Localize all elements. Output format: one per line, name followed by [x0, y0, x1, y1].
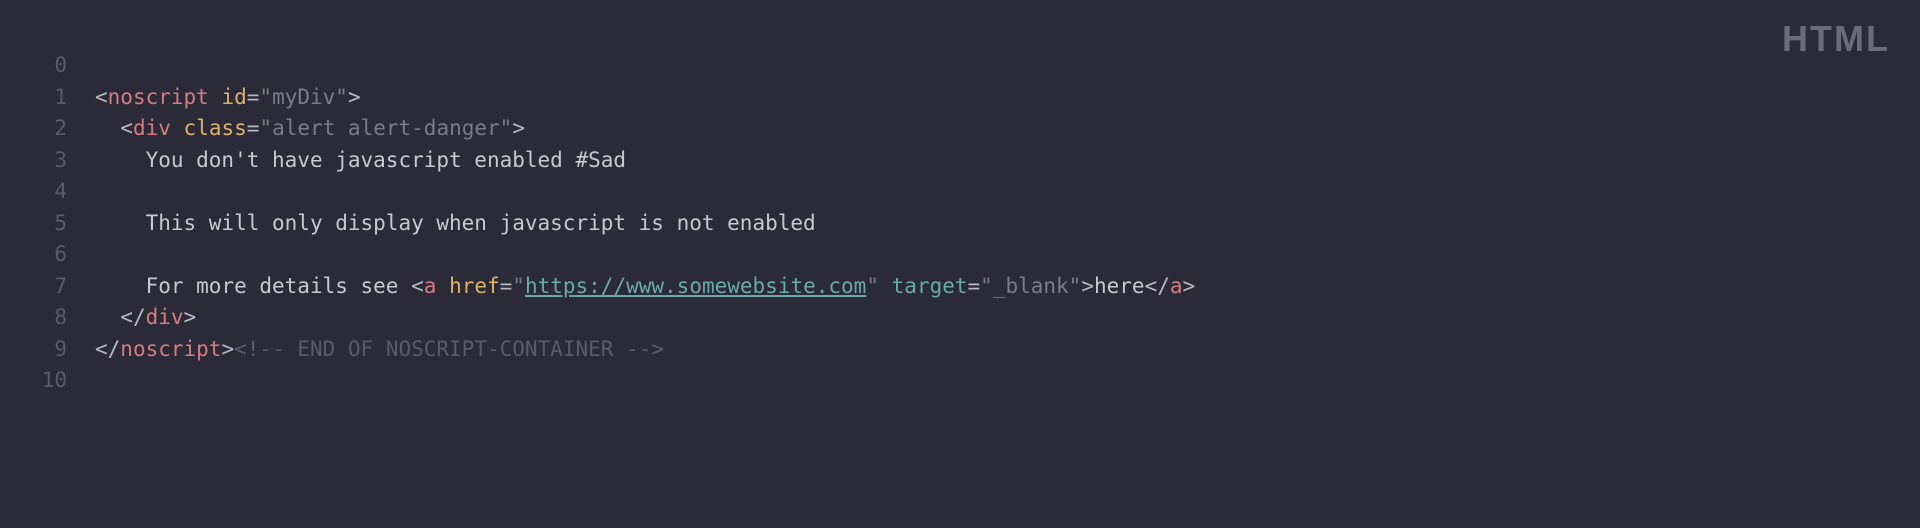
indent — [95, 305, 120, 329]
punct-open: </ — [95, 337, 120, 361]
tag-name: a — [1170, 274, 1183, 298]
attr-value: alert alert-danger — [272, 116, 500, 140]
attr-value: myDiv — [272, 85, 335, 109]
code-line: 4 — [0, 176, 1920, 208]
quote: " — [1069, 274, 1082, 298]
line-number: 9 — [0, 334, 95, 366]
space — [436, 274, 449, 298]
code-content[interactable]: </noscript><!-- END OF NOSCRIPT-CONTAINE… — [95, 334, 1920, 366]
attr-name: href — [449, 274, 500, 298]
indent — [95, 211, 146, 235]
space — [171, 116, 184, 140]
indent — [95, 274, 146, 298]
code-line: 6 — [0, 239, 1920, 271]
link-text: here — [1094, 274, 1145, 298]
indent — [95, 148, 146, 172]
code-content[interactable]: For more details see <a href="https://ww… — [95, 271, 1920, 303]
punct-close: > — [512, 116, 525, 140]
line-number: 1 — [0, 82, 95, 114]
code-content[interactable]: <div class="alert alert-danger"> — [95, 113, 1920, 145]
attr-name: id — [221, 85, 246, 109]
punct-open: </ — [120, 305, 145, 329]
quote: " — [335, 85, 348, 109]
tag-name: noscript — [108, 85, 209, 109]
line-number: 2 — [0, 113, 95, 145]
code-content[interactable]: You don't have javascript enabled #Sad — [95, 145, 1920, 177]
quote: " — [866, 274, 879, 298]
text: For more details see — [146, 274, 412, 298]
punct-open: < — [411, 274, 424, 298]
tag-name: div — [146, 305, 184, 329]
line-number: 6 — [0, 239, 95, 271]
attr-name: target — [892, 274, 968, 298]
code-line: 10 — [0, 365, 1920, 397]
punct-close: > — [348, 85, 361, 109]
text: This will only display when javascript i… — [146, 211, 816, 235]
code-content[interactable]: <noscript id="myDiv"> — [95, 82, 1920, 114]
code-line: 7 For more details see <a href="https://… — [0, 271, 1920, 303]
line-number: 10 — [0, 365, 95, 397]
equals: = — [247, 116, 260, 140]
punct-open: < — [120, 116, 133, 140]
line-number: 5 — [0, 208, 95, 240]
code-line: 2 <div class="alert alert-danger"> — [0, 113, 1920, 145]
code-content[interactable]: This will only display when javascript i… — [95, 208, 1920, 240]
tag-name: a — [424, 274, 437, 298]
tag-name: div — [133, 116, 171, 140]
quote: " — [259, 116, 272, 140]
punct-close: > — [221, 337, 234, 361]
text: You don't have javascript enabled #Sad — [146, 148, 626, 172]
code-content[interactable]: </div> — [95, 302, 1920, 334]
line-number: 0 — [0, 50, 95, 82]
equals: = — [247, 85, 260, 109]
language-badge: HTML — [1782, 12, 1890, 66]
code-line: 8 </div> — [0, 302, 1920, 334]
code-line: 3 You don't have javascript enabled #Sad — [0, 145, 1920, 177]
punct-close: > — [184, 305, 197, 329]
indent — [95, 116, 120, 140]
punct-open: </ — [1145, 274, 1170, 298]
punct-close: > — [1081, 274, 1094, 298]
space — [209, 85, 222, 109]
code-line: 5 This will only display when javascript… — [0, 208, 1920, 240]
quote: " — [259, 85, 272, 109]
punct-close: > — [1183, 274, 1196, 298]
line-number: 7 — [0, 271, 95, 303]
code-line: 1 <noscript id="myDiv"> — [0, 82, 1920, 114]
code-editor: 0 1 <noscript id="myDiv"> 2 <div class="… — [0, 0, 1920, 397]
attr-name: class — [184, 116, 247, 140]
punct-open: < — [95, 85, 108, 109]
line-number: 3 — [0, 145, 95, 177]
code-line: 9 </noscript><!-- END OF NOSCRIPT-CONTAI… — [0, 334, 1920, 366]
quote: " — [980, 274, 993, 298]
space — [879, 274, 892, 298]
code-line: 0 — [0, 50, 1920, 82]
line-number: 4 — [0, 176, 95, 208]
equals: = — [500, 274, 513, 298]
quote: " — [500, 116, 513, 140]
equals: = — [968, 274, 981, 298]
attr-value: _blank — [993, 274, 1069, 298]
quote: " — [512, 274, 525, 298]
tag-name: noscript — [120, 337, 221, 361]
comment: <!-- END OF NOSCRIPT-CONTAINER --> — [234, 337, 664, 361]
line-number: 8 — [0, 302, 95, 334]
url-value: https://www.somewebsite.com — [525, 274, 866, 298]
